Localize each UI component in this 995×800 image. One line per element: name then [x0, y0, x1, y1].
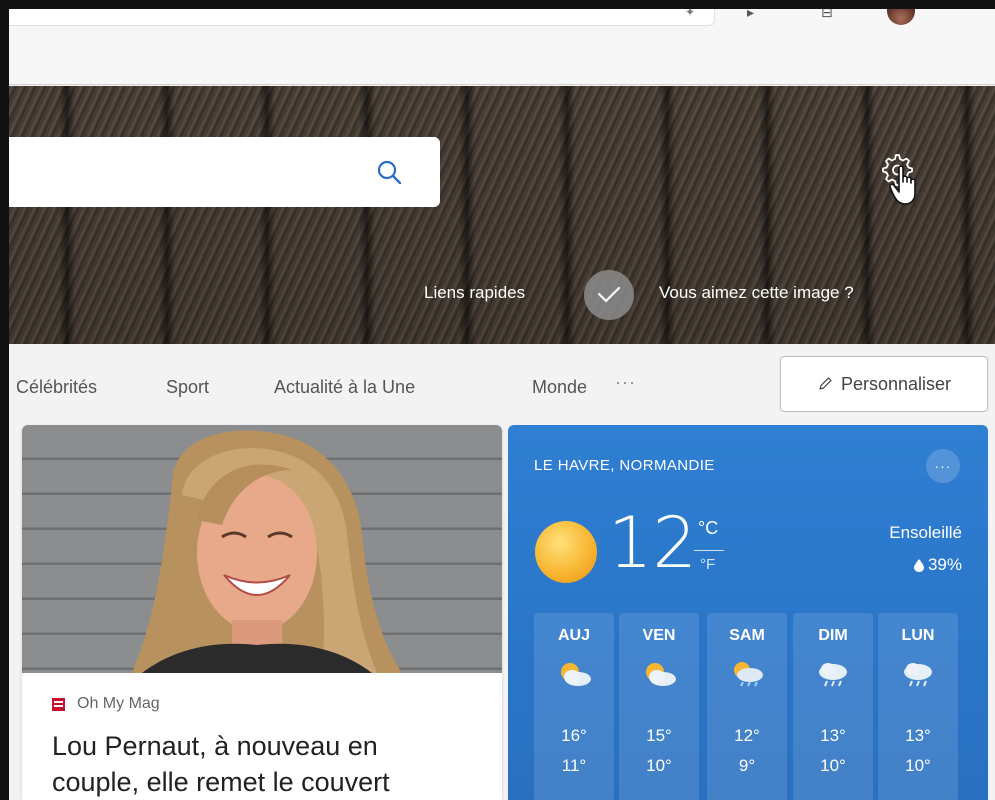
- hero-background: Liens rapides Vous aimez cette image ?: [9, 86, 995, 344]
- news-image[interactable]: [22, 425, 502, 673]
- news-headline-line-1: Lou Pernaut, à nouveau en: [52, 731, 378, 761]
- forecast-low: 9°: [738, 756, 756, 775]
- nav-item-world[interactable]: Monde: [532, 377, 587, 398]
- oh-my-mag-logo-icon: [52, 697, 65, 711]
- forecast-high: 15°: [646, 726, 672, 745]
- forecast-low: 11°: [561, 756, 587, 775]
- forecast-day[interactable]: VEN 15° 10°: [619, 613, 699, 800]
- like-image-prompt[interactable]: Vous aimez cette image ?: [659, 283, 854, 303]
- window-frame-left: [0, 0, 9, 800]
- unit-celsius[interactable]: °C: [698, 518, 718, 539]
- rain-icon: [904, 663, 932, 687]
- unit-fahrenheit[interactable]: °F: [700, 556, 715, 573]
- news-headline[interactable]: Lou Pernaut, à nouveau en couple, elle r…: [52, 728, 492, 800]
- browser-toolbar: ✦ ▸ ⊟: [9, 3, 995, 85]
- weather-card[interactable]: LE HAVRE, NORMANDIE ··· 12 °C °F Ensolei…: [508, 425, 988, 800]
- forecast-day-label: DIM: [818, 627, 848, 644]
- nav-item-headlines[interactable]: Actualité à la Une: [274, 377, 415, 398]
- news-card[interactable]: Oh My Mag Lou Pernaut, à nouveau en coup…: [22, 425, 502, 800]
- forecast-day-label: AUJ: [557, 627, 590, 644]
- personalize-button[interactable]: Personnaliser: [780, 356, 988, 412]
- like-image-button[interactable]: [584, 270, 634, 320]
- forecast-day[interactable]: AUJ 16° 11°: [534, 613, 614, 800]
- news-source-name: Oh My Mag: [77, 695, 160, 712]
- forecast-high: 12°: [734, 726, 760, 745]
- address-bar[interactable]: ✦: [9, 5, 715, 26]
- forecast-high: 16°: [561, 726, 587, 745]
- news-headline-line-2: couple, elle remet le couvert: [52, 767, 390, 797]
- news-source[interactable]: Oh My Mag: [52, 695, 160, 713]
- news-photo-illustration: [132, 430, 402, 673]
- current-temperature: 12: [608, 502, 698, 584]
- quick-links-button[interactable]: Liens rapides: [424, 283, 525, 303]
- forecast-low: 10°: [646, 756, 672, 775]
- forecast-day-label: LUN: [901, 627, 935, 644]
- forecast-day[interactable]: LUN 13° 10°: [878, 613, 958, 800]
- rain-icon: [819, 663, 847, 687]
- forecast-high: 13°: [820, 726, 846, 745]
- forecast-low: 10°: [905, 756, 931, 775]
- search-input[interactable]: [9, 137, 440, 207]
- category-nav: Célébrités Sport Actualité à la Une Mond…: [9, 344, 995, 424]
- window-frame-top: [0, 0, 995, 9]
- search-icon[interactable]: [376, 159, 402, 185]
- raindrop-icon: [913, 558, 924, 572]
- thumbs-check-icon: [597, 286, 621, 303]
- forecast-high: 13°: [905, 726, 931, 745]
- forecast-day[interactable]: SAM 12° 9°: [707, 613, 787, 800]
- forecast-day-label: SAM: [729, 627, 765, 644]
- nav-item-sport[interactable]: Sport: [166, 377, 209, 398]
- forecast-day-label: VEN: [642, 627, 676, 644]
- partly-sunny-icon: [561, 663, 591, 686]
- precipitation-value: 39%: [927, 555, 962, 574]
- nav-more-button[interactable]: ···: [615, 372, 636, 393]
- hand-cursor-icon: [889, 165, 916, 205]
- precipitation-chance: 39%: [913, 555, 962, 575]
- unit-divider: [694, 550, 724, 551]
- personalize-label: Personnaliser: [840, 373, 952, 394]
- weather-more-button[interactable]: ···: [926, 449, 960, 483]
- sun-rain-icon: [734, 662, 763, 687]
- sunny-icon: [535, 521, 597, 583]
- weather-location[interactable]: LE HAVRE, NORMANDIE: [534, 457, 715, 474]
- weather-condition: Ensoleillé: [889, 523, 962, 542]
- nav-item-celebrities[interactable]: Célébrités: [16, 377, 97, 398]
- forecast-low: 10°: [820, 756, 846, 775]
- partly-sunny-icon: [646, 663, 676, 686]
- forecast-day[interactable]: DIM 13° 10°: [793, 613, 873, 800]
- pencil-icon: [819, 377, 832, 390]
